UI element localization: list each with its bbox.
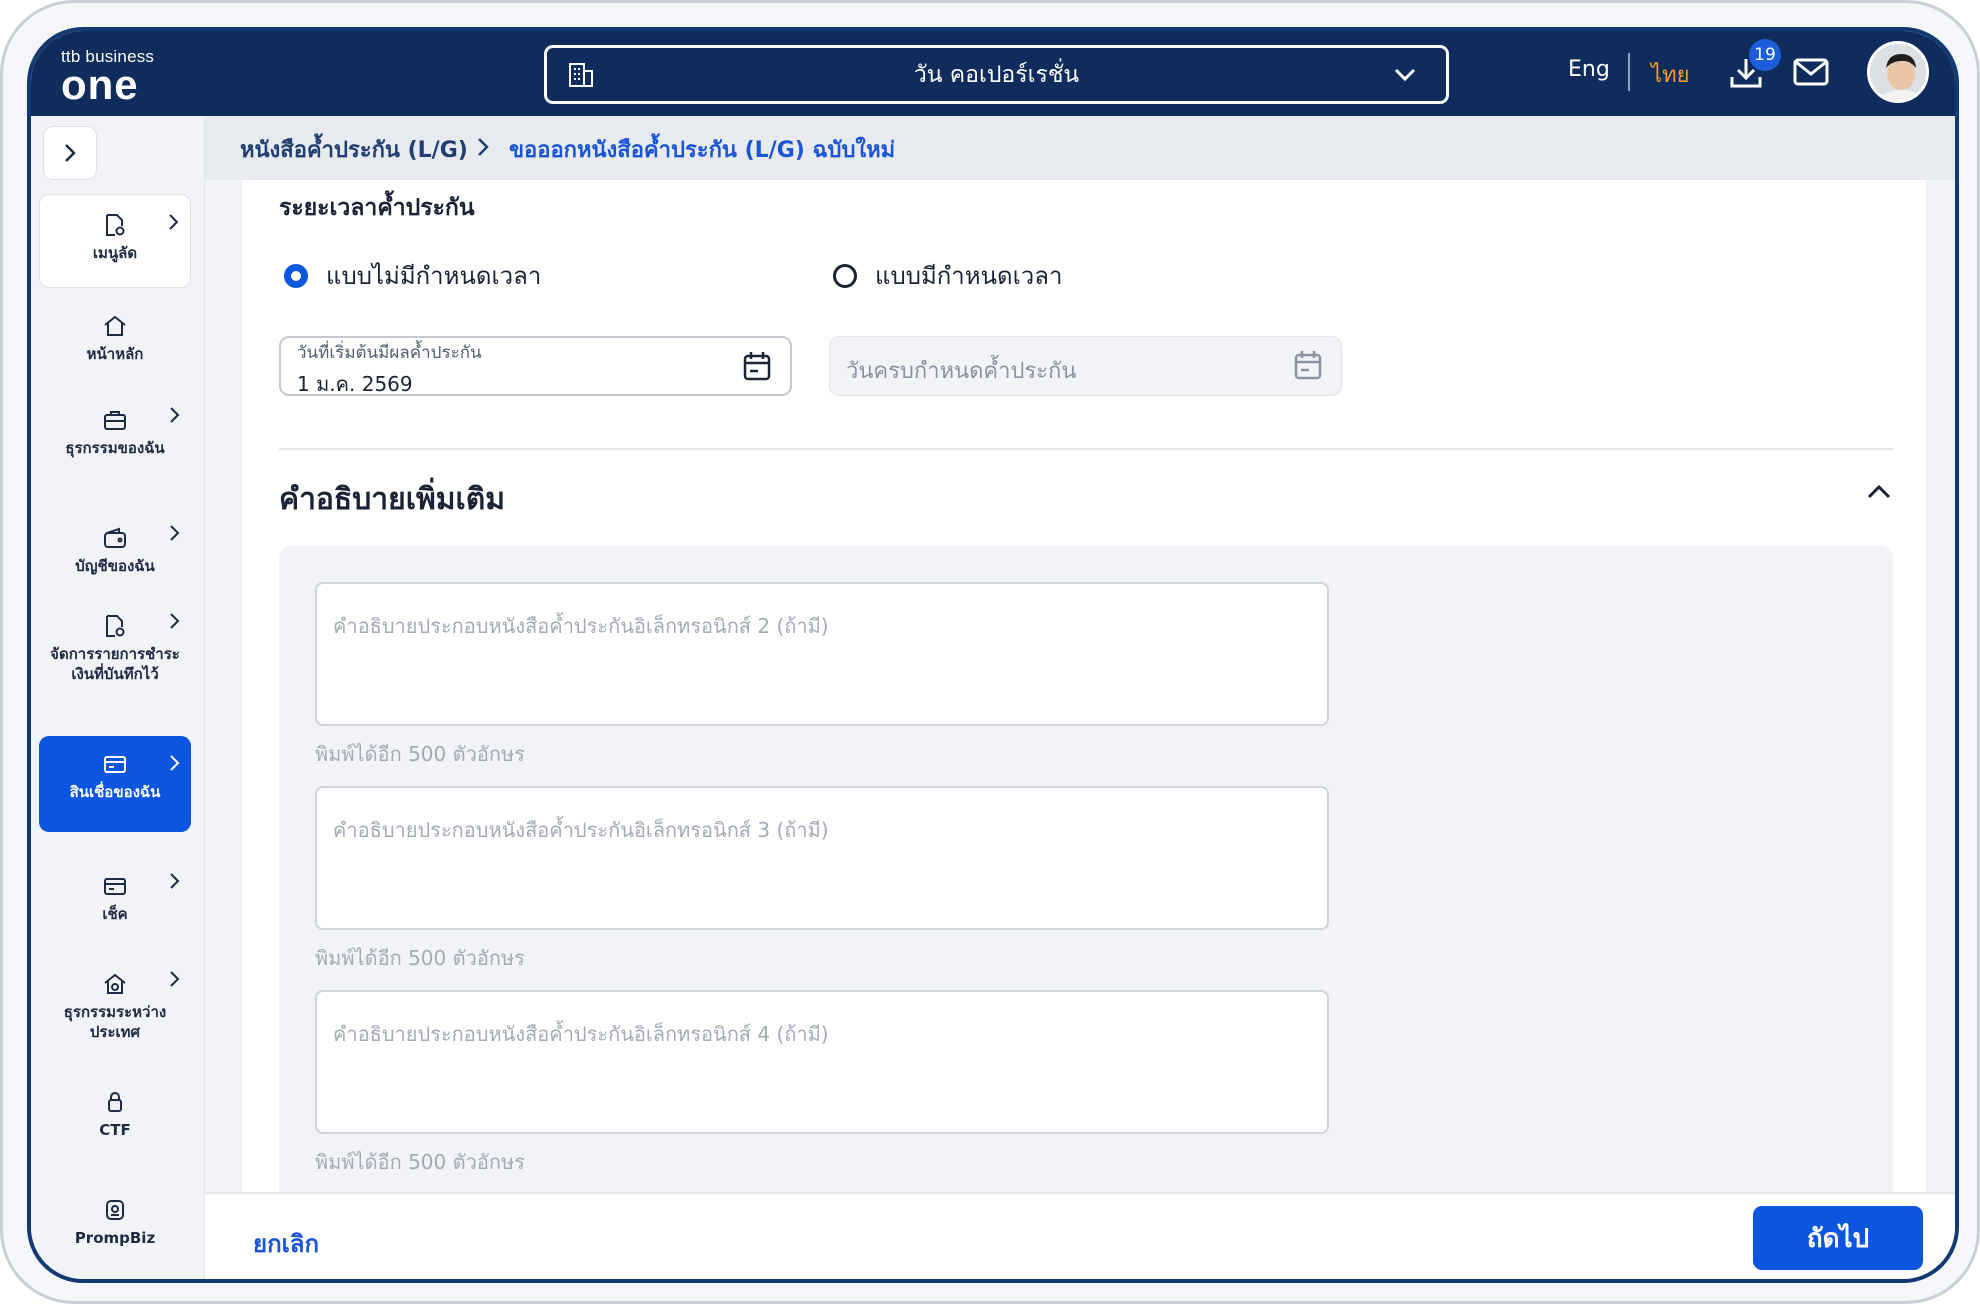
sidebar-item-my-transactions[interactable]: ธุรกรรมของฉัน	[39, 388, 191, 488]
extra-description-title: คำอธิบายเพิ่มเติม	[279, 482, 506, 517]
lang-english-button[interactable]: Eng	[1568, 57, 1610, 82]
sidebar-item-label: เมนูลัด	[92, 244, 138, 262]
start-date-field[interactable]: วันที่เริ่มต้นมีผลค้ำประกัน 1 ม.ค. 2569	[279, 336, 792, 396]
sidebar: เมนูลัด หน้าหลัก ธุรกรรมของฉัน บัญชีของฉ…	[31, 116, 205, 1279]
description-4-textarea[interactable]: คำอธิบายประกอบหนังสือค้ำประกันอิเล็กทรอน…	[315, 990, 1329, 1134]
lang-thai-button[interactable]: ไทย	[1651, 57, 1689, 92]
guarantee-period-title: ระยะเวลาค้ำประกัน	[279, 195, 475, 221]
sidebar-item-cheque[interactable]: เช็ค	[39, 854, 191, 934]
main-content: ระยะเวลาค้ำประกัน แบบไม่มีกำหนดเวลา แบบม…	[205, 180, 1955, 1232]
chevron-right-icon	[170, 971, 180, 987]
sidebar-item-label: ธุรกรรมของฉัน	[65, 439, 165, 457]
sidebar-item-my-accounts[interactable]: บัญชีของฉัน	[39, 506, 191, 586]
sidebar-item-label: เช็ค	[102, 905, 128, 923]
briefcase-icon	[104, 411, 126, 430]
breadcrumb-parent-link[interactable]: หนังสือค้ำประกัน (L/G)	[240, 132, 468, 167]
chevron-right-icon	[169, 214, 179, 230]
company-name: วัน คอเปอร์เรชั่น	[913, 61, 1080, 88]
chevron-right-icon	[170, 755, 180, 771]
chevron-right-icon	[170, 407, 180, 423]
document-gear-icon	[106, 214, 125, 236]
radio-unlimited-label: แบบไม่มีกำหนดเวลา	[326, 262, 542, 290]
chevron-right-icon	[170, 873, 180, 889]
start-date-value: 1 ม.ค. 2569	[297, 372, 413, 396]
mail-icon[interactable]	[1793, 57, 1829, 87]
description-3-char-hint: พิมพ์ได้อีก 500 ตัวอักษร	[315, 946, 525, 970]
radio-limited-label: แบบมีกำหนดเวลา	[875, 262, 1063, 290]
sidebar-item-international[interactable]: ธุรกรรมระหว่างประเทศ	[39, 952, 191, 1052]
chevron-right-icon	[65, 144, 76, 162]
sidebar-item-ctf[interactable]: CTF	[39, 1070, 191, 1150]
section-divider	[279, 448, 1893, 450]
brand-logo[interactable]: ttb business one	[61, 47, 154, 108]
extra-description-panel: คำอธิบายประกอบหนังสือค้ำประกันอิเล็กทรอน…	[279, 546, 1893, 1232]
footer-bar: ยกเลิก ถัดไป	[205, 1192, 1955, 1279]
breadcrumb-current: ขอออกหนังสือค้ำประกัน (L/G) ฉบับใหม่	[509, 138, 896, 163]
app-screen: ttb business one วัน คอเปอร์เรชั่น Eng ไ…	[27, 27, 1959, 1283]
user-avatar[interactable]	[1867, 41, 1929, 103]
radio-limited[interactable]: แบบมีกำหนดเวลา	[833, 256, 1062, 295]
sidebar-item-my-loans[interactable]: สินเชื่อของฉัน	[39, 736, 191, 832]
description-2-placeholder: คำอธิบายประกอบหนังสือค้ำประกันอิเล็กทรอน…	[333, 614, 829, 638]
wallet-icon	[104, 527, 126, 548]
sidebar-item-saved-payments[interactable]: จัดการรายการชำระเงินที่บันทึกไว้	[39, 594, 191, 718]
building-icon	[569, 63, 593, 87]
sidebar-item-shortcut[interactable]: เมนูลัด	[39, 194, 191, 288]
card-icon	[104, 878, 126, 895]
sidebar-item-label: สินเชื่อของฉัน	[69, 783, 161, 801]
description-3-textarea[interactable]: คำอธิบายประกอบหนังสือค้ำประกันอิเล็กทรอน…	[315, 786, 1329, 930]
sidebar-item-label: บัญชีของฉัน	[75, 557, 155, 575]
download-count-badge: 19	[1749, 39, 1781, 71]
top-bar: ttb business one วัน คอเปอร์เรชั่น Eng ไ…	[31, 31, 1955, 116]
description-4-placeholder: คำอธิบายประกอบหนังสือค้ำประกันอิเล็กทรอน…	[333, 1022, 829, 1046]
sidebar-item-label: จัดการรายการชำระเงินที่บันทึกไว้	[50, 645, 180, 683]
avatar-image	[1870, 44, 1926, 100]
logo-big-text: one	[61, 61, 139, 108]
home-icon	[104, 315, 126, 336]
description-2-char-hint: พิมพ์ได้อีก 500 ตัวอักษร	[315, 742, 525, 766]
end-date-placeholder: วันครบกำหนดค้ำประกัน	[846, 359, 1077, 384]
chevron-up-icon[interactable]	[1867, 484, 1891, 500]
promptbiz-icon	[106, 1200, 124, 1220]
sidebar-item-label: ธุรกรรมระหว่างประเทศ	[63, 1003, 167, 1041]
radio-unselected-indicator	[833, 263, 857, 288]
sidebar-item-prompbiz[interactable]: PrompBiz	[39, 1178, 191, 1258]
lang-divider	[1628, 53, 1630, 91]
chevron-right-icon	[478, 138, 489, 156]
globe-home-icon	[104, 973, 126, 994]
radio-unlimited[interactable]: แบบไม่มีกำหนดเวลา	[284, 256, 541, 295]
sidebar-item-label: CTF	[99, 1121, 131, 1139]
description-2-textarea[interactable]: คำอธิบายประกอบหนังสือค้ำประกันอิเล็กทรอน…	[315, 582, 1329, 726]
chevron-right-icon	[170, 525, 180, 541]
radio-selected-indicator	[284, 263, 308, 288]
form-card: ระยะเวลาค้ำประกัน แบบไม่มีกำหนดเวลา แบบม…	[242, 180, 1926, 1232]
sidebar-expand-button[interactable]	[43, 126, 97, 180]
chevron-right-icon	[170, 613, 180, 629]
cancel-button[interactable]: ยกเลิก	[253, 1224, 319, 1263]
calendar-icon[interactable]	[742, 350, 772, 382]
sidebar-item-home[interactable]: หน้าหลัก	[39, 294, 191, 374]
company-selector[interactable]: วัน คอเปอร์เรชั่น	[544, 45, 1449, 104]
device-frame: ttb business one วัน คอเปอร์เรชั่น Eng ไ…	[0, 0, 1980, 1304]
description-3-placeholder: คำอธิบายประกอบหนังสือค้ำประกันอิเล็กทรอน…	[333, 818, 829, 842]
start-date-label: วันที่เริ่มต้นมีผลค้ำประกัน	[297, 343, 482, 363]
end-date-field: วันครบกำหนดค้ำประกัน	[829, 336, 1342, 396]
description-4-char-hint: พิมพ์ได้อีก 500 ตัวอักษร	[315, 1150, 525, 1174]
sidebar-item-label: หน้าหลัก	[86, 345, 144, 363]
breadcrumb: หนังสือค้ำประกัน (L/G) ขอออกหนังสือค้ำปร…	[205, 116, 1955, 180]
chevron-down-icon	[1394, 68, 1416, 82]
card-icon	[104, 756, 126, 773]
next-button[interactable]: ถัดไป	[1753, 1206, 1923, 1270]
sidebar-item-label: PrompBiz	[74, 1229, 156, 1247]
lock-icon	[108, 1092, 122, 1112]
document-gear-icon	[106, 615, 125, 637]
calendar-icon	[1294, 351, 1322, 380]
